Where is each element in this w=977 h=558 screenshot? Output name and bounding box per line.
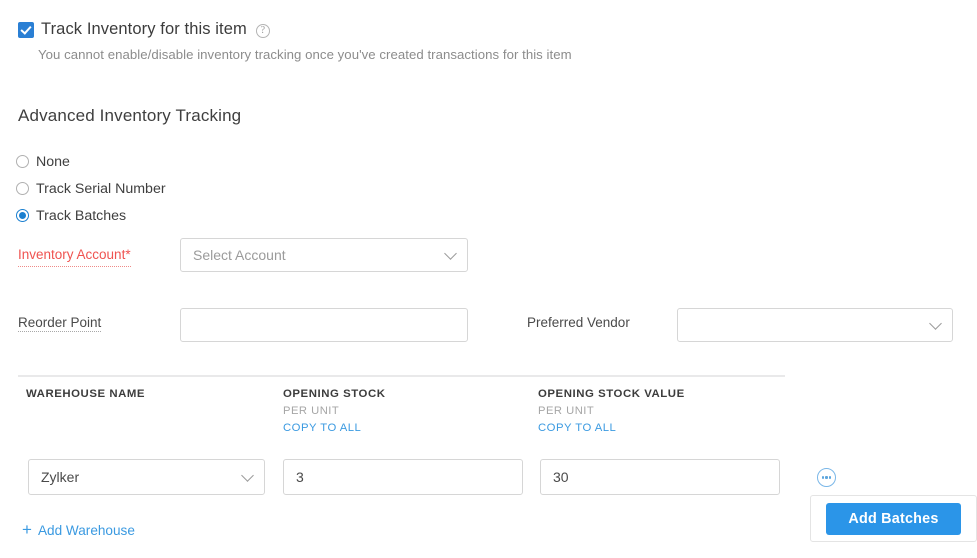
preferred-vendor-select[interactable] xyxy=(677,308,953,342)
copy-to-all-opening-stock-value[interactable]: COPY TO ALL xyxy=(538,422,685,434)
column-subtitle: PER UNIT xyxy=(283,405,340,417)
track-inventory-label: Track Inventory for this item xyxy=(41,20,247,38)
advanced-inventory-title: Advanced Inventory Tracking xyxy=(18,106,242,125)
add-batches-button[interactable]: Add Batches xyxy=(826,502,961,535)
add-warehouse-link[interactable]: + Add Warehouse xyxy=(22,520,135,539)
tracking-type-radio-group: None Track Serial Number Track Batches xyxy=(16,148,166,229)
chevron-down-icon xyxy=(444,247,457,260)
opening-stock-value-input[interactable]: 30 xyxy=(540,459,780,495)
dot xyxy=(825,476,828,479)
plus-icon: + xyxy=(22,520,32,539)
radio-option-track-batches[interactable]: Track Batches xyxy=(16,202,166,229)
column-title: WAREHOUSE NAME xyxy=(26,388,146,400)
radio-label-track-batches: Track Batches xyxy=(36,207,127,224)
radio-circle-track-batches[interactable] xyxy=(16,209,29,222)
add-warehouse-label: Add Warehouse xyxy=(37,523,135,538)
column-header-opening-stock: OPENING STOCK PER UNIT COPY TO ALL xyxy=(283,388,386,434)
radio-label-none: None xyxy=(36,153,70,170)
help-circle-icon[interactable]: ? xyxy=(255,23,270,38)
inventory-account-label: Inventory Account* xyxy=(18,244,168,267)
dot xyxy=(829,476,832,479)
track-inventory-row[interactable]: Track Inventory for this item ? xyxy=(18,20,270,39)
warehouse-name-select[interactable]: Zylker xyxy=(28,459,265,495)
warehouse-name-value: Zylker xyxy=(41,469,80,485)
add-batches-container: Add Batches xyxy=(810,495,977,542)
radio-circle-none[interactable] xyxy=(16,155,29,168)
chevron-down-icon xyxy=(929,317,942,330)
column-subtitle: PER UNIT xyxy=(538,405,595,417)
opening-stock-value: 3 xyxy=(296,469,304,485)
column-header-warehouse-name: WAREHOUSE NAME xyxy=(26,388,145,400)
track-inventory-note: You cannot enable/disable inventory trac… xyxy=(38,47,572,62)
radio-circle-serial-number[interactable] xyxy=(16,182,29,195)
table-divider xyxy=(18,375,785,377)
track-inventory-checkbox[interactable] xyxy=(18,21,34,38)
reorder-point-input[interactable] xyxy=(180,308,468,342)
opening-stock-value-amount: 30 xyxy=(553,469,569,485)
column-header-opening-stock-value: OPENING STOCK VALUE PER UNIT COPY TO ALL xyxy=(538,388,685,434)
radio-option-serial-number[interactable]: Track Serial Number xyxy=(16,175,166,202)
opening-stock-input[interactable]: 3 xyxy=(283,459,523,495)
chevron-down-icon xyxy=(241,469,254,482)
radio-label-serial-number: Track Serial Number xyxy=(36,180,166,197)
inventory-account-value: Select Account xyxy=(193,247,286,263)
column-title: OPENING STOCK xyxy=(283,388,386,400)
inventory-account-select[interactable]: Select Account xyxy=(180,238,468,272)
preferred-vendor-label: Preferred Vendor xyxy=(527,315,630,330)
reorder-point-label: Reorder Point xyxy=(18,315,102,332)
copy-to-all-opening-stock[interactable]: COPY TO ALL xyxy=(283,422,386,434)
radio-option-none[interactable]: None xyxy=(16,148,166,175)
dot xyxy=(821,476,824,479)
column-title: OPENING STOCK VALUE xyxy=(538,388,685,400)
more-options-icon[interactable] xyxy=(817,468,836,487)
